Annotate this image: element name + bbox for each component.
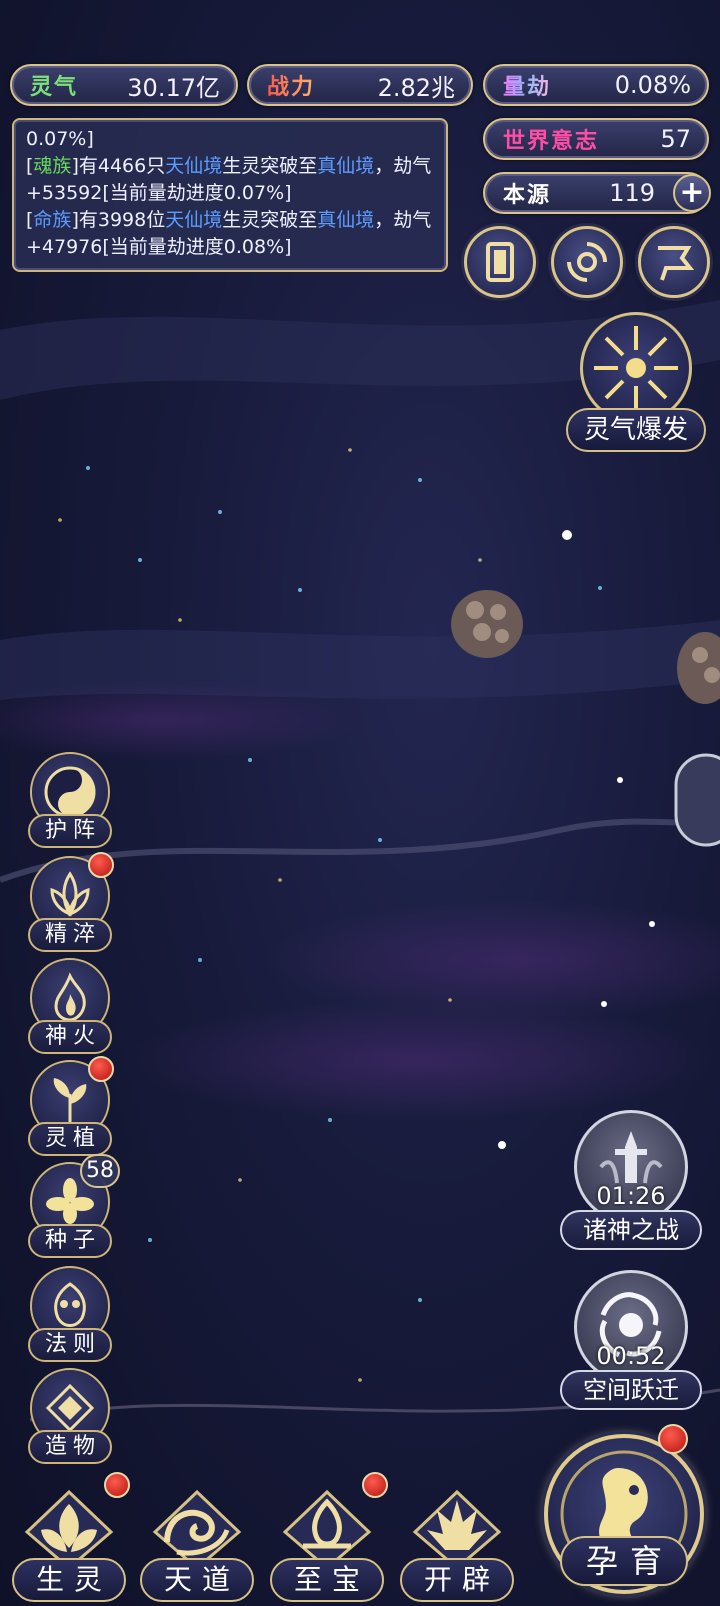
nav-label: 天道 <box>140 1558 254 1602</box>
lingqi-value: 30.17亿 <box>127 73 220 102</box>
nav-label: 开辟 <box>400 1558 514 1602</box>
realm-name: 天仙境 <box>165 209 223 231</box>
space-jump-label: 空间跃迁 <box>560 1370 702 1410</box>
nav-kaipi[interactable]: 开辟 <box>396 1478 518 1606</box>
space-jump-button[interactable]: 00:52 空间跃迁 <box>560 1270 702 1410</box>
flag-button[interactable] <box>638 226 710 298</box>
side-item-shenhuo[interactable]: 神火 <box>26 958 114 1054</box>
world-will-value: 57 <box>660 125 691 153</box>
world-will-label: 世界意志 <box>503 129 600 154</box>
nav-zhibao[interactable]: 至宝 <box>266 1472 388 1606</box>
notification-dot <box>88 1056 114 1082</box>
nav-tiandao[interactable]: 天道 <box>136 1478 258 1606</box>
notification-dot <box>362 1472 388 1498</box>
side-item-faze[interactable]: 法则 <box>26 1266 114 1362</box>
benyuan-bar: 本源 119 + <box>483 172 711 214</box>
benyuan-label: 本源 <box>503 183 552 208</box>
realm-name: 真仙境 <box>317 209 375 231</box>
liangjie-label: 量劫 <box>503 69 551 101</box>
side-item-zaowu[interactable]: 造物 <box>26 1368 114 1464</box>
liangjie-bar[interactable]: 量劫 0.08% <box>483 64 709 106</box>
tribe-name: 魂族 <box>33 155 72 177</box>
notification-dot <box>88 852 114 878</box>
side-item-label: 造物 <box>28 1430 112 1464</box>
card-button[interactable] <box>464 226 536 298</box>
liangjie-value: 0.08% <box>614 71 691 99</box>
vortex-icon <box>567 242 607 282</box>
side-item-jingcui[interactable]: 精淬 <box>26 852 114 952</box>
nav-shengling[interactable]: 生灵 <box>8 1472 130 1606</box>
zhanli-value: 2.82兆 <box>377 73 455 102</box>
side-item-label: 种子 <box>28 1224 112 1258</box>
log-line: 0.07%] <box>26 128 94 150</box>
side-item-label: 灵植 <box>28 1122 112 1156</box>
notification-dot <box>658 1424 688 1454</box>
realm-name: 天仙境 <box>165 155 223 177</box>
zhanli-label: 战力 <box>267 69 315 101</box>
realm-name: 真仙境 <box>317 155 375 177</box>
side-item-label: 护阵 <box>28 814 112 848</box>
burst-icon <box>594 326 678 410</box>
side-item-label: 精淬 <box>28 918 112 952</box>
side-item-lingzhi[interactable]: 灵植 <box>26 1056 114 1156</box>
nurture-label: 孕育 <box>560 1536 688 1586</box>
log-entry: [命族]有3998位天仙境生灵突破至真仙境，劫气+47976[当前量劫进度0.0… <box>26 209 432 258</box>
creation-flame-icon <box>402 1478 512 1568</box>
side-item-huzhen[interactable]: 护阵 <box>26 752 114 848</box>
log-entry: [魂族]有4466只天仙境生灵突破至真仙境，劫气+53592[当前量劫进度0.0… <box>26 155 432 204</box>
lingqi-label: 灵气 <box>30 75 79 100</box>
side-item-zhongzi[interactable]: 58 种子 <box>26 1154 120 1258</box>
nav-label: 至宝 <box>270 1558 384 1602</box>
side-item-label: 法则 <box>28 1328 112 1362</box>
event-log[interactable]: 0.07%] [魂族]有4466只天仙境生灵突破至真仙境，劫气+53592[当前… <box>12 118 448 272</box>
gods-war-label: 诸神之战 <box>560 1210 702 1250</box>
add-benyuan-button[interactable]: + <box>673 174 711 212</box>
seed-count-badge: 58 <box>80 1154 120 1188</box>
lingqi-bar: 灵气 30.17亿 <box>10 64 238 106</box>
heaven-icon <box>142 1478 252 1568</box>
gods-war-button[interactable]: 01:26 诸神之战 <box>560 1110 702 1250</box>
card-icon <box>486 242 514 282</box>
tribe-name: 命族 <box>33 209 72 231</box>
zhanli-bar: 战力 2.82兆 <box>247 64 473 106</box>
space-jump-timer: 00:52 <box>596 1342 666 1370</box>
lingqi-burst-button[interactable]: 灵气爆发 <box>566 312 706 452</box>
world-will-bar[interactable]: 世界意志 57 <box>483 118 709 160</box>
burst-label: 灵气爆发 <box>566 408 706 452</box>
nurture-button[interactable]: 孕育 <box>540 1424 710 1602</box>
flag-icon <box>658 246 695 281</box>
gods-war-timer: 01:26 <box>596 1182 666 1210</box>
nav-label: 生灵 <box>12 1558 126 1602</box>
notification-dot <box>104 1472 130 1498</box>
side-item-label: 神火 <box>28 1020 112 1054</box>
benyuan-value: 119 <box>609 179 655 207</box>
vortex-button[interactable] <box>551 226 623 298</box>
